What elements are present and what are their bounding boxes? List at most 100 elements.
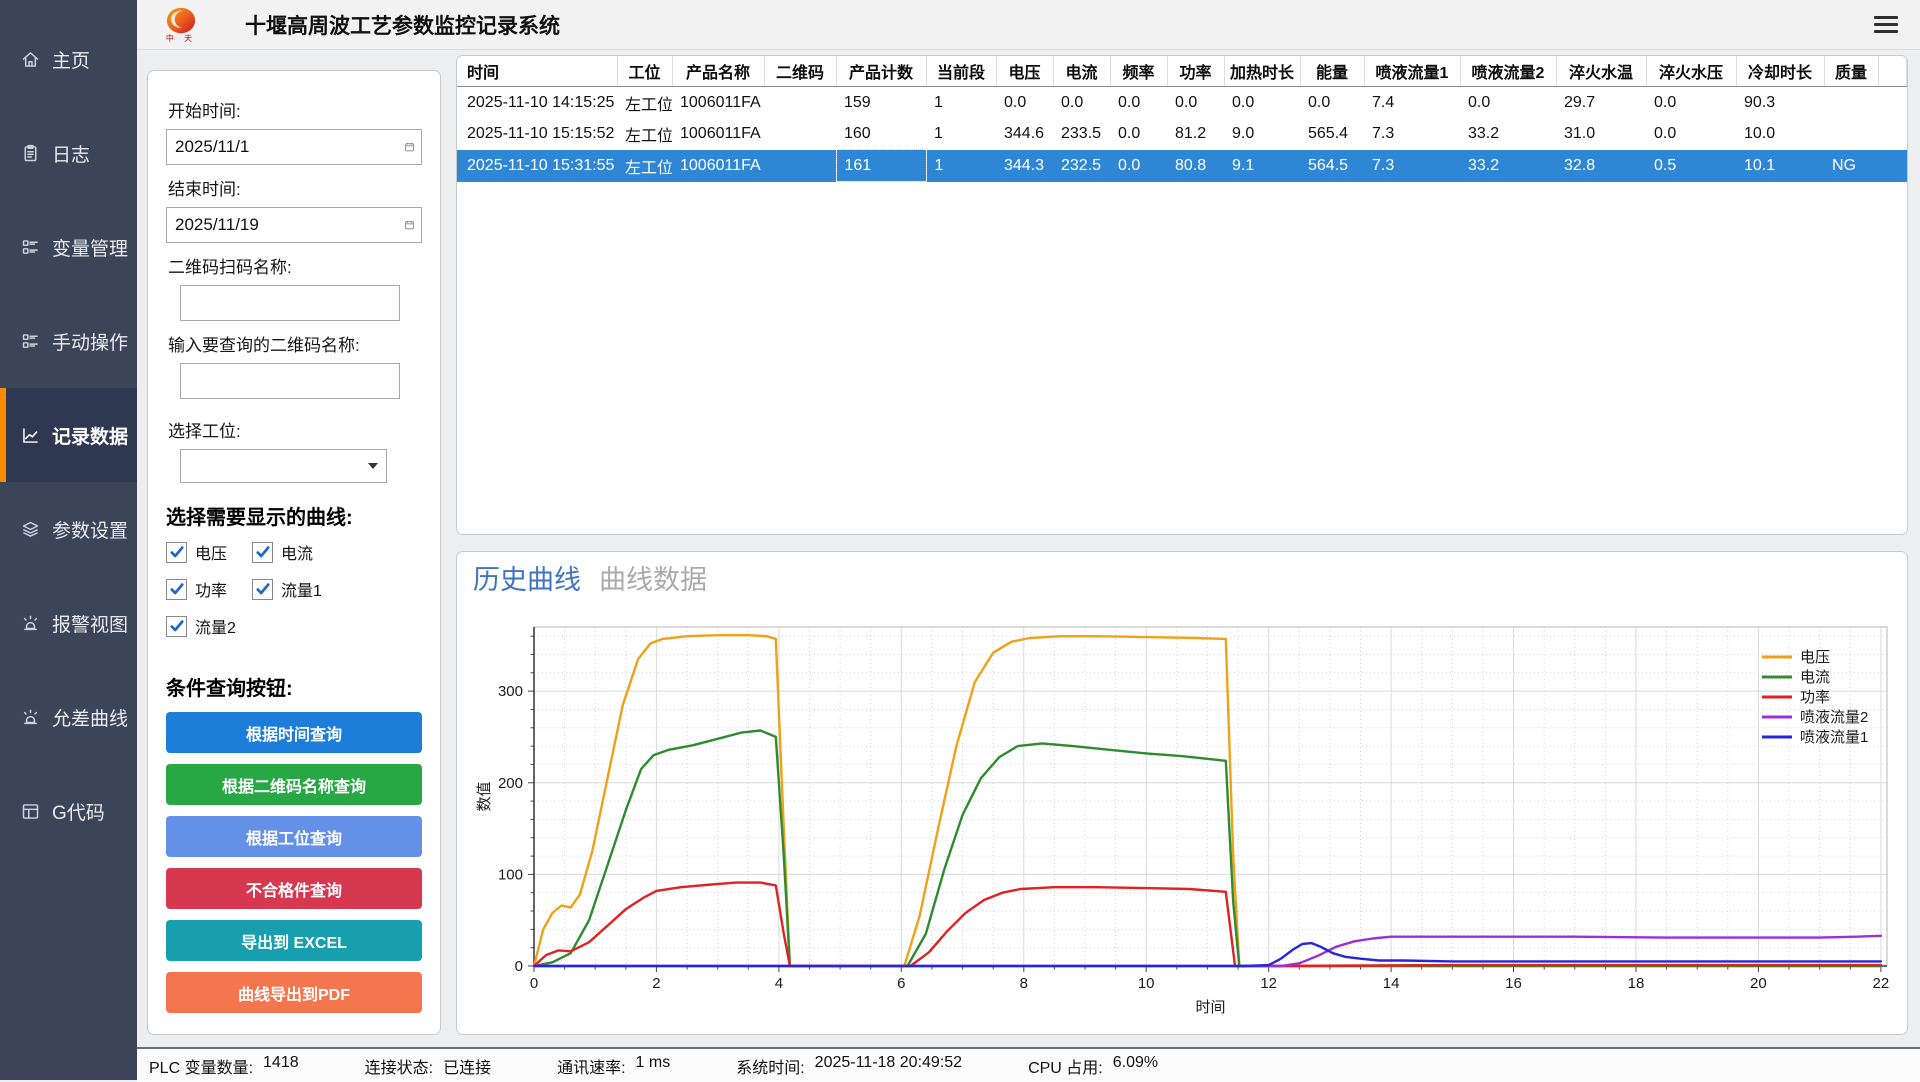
column-header[interactable]: 二维码 <box>764 56 836 87</box>
qr-scan-input[interactable] <box>180 285 400 321</box>
table-cell: 33.2 <box>1460 118 1556 150</box>
curve-checkbox-流量2[interactable]: 流量2 <box>166 614 252 638</box>
table-cell: 565.4 <box>1300 118 1364 150</box>
tab-history-curve[interactable]: 历史曲线 <box>473 558 581 597</box>
query-by-station-button[interactable]: 根据工位查询 <box>166 816 422 857</box>
column-header[interactable]: 质量 <box>1824 56 1878 87</box>
status-value: 1 ms <box>636 1054 671 1078</box>
checkbox-label: 功率 <box>195 577 227 601</box>
curve-checkbox-group: 电压 电流功率 流量1流量2 <box>166 540 422 638</box>
svg-text:22: 22 <box>1873 975 1890 992</box>
table-row[interactable]: 2025-11-10 15:15:52左工位1006011FA1601344.6… <box>457 118 1907 150</box>
qr-query-value[interactable] <box>181 371 418 391</box>
export-pdf-button[interactable]: 曲线导出到PDF <box>166 972 422 1013</box>
table-cell: 0.0 <box>1053 87 1110 119</box>
table-cell: 29.7 <box>1556 87 1646 119</box>
table-row[interactable]: 2025-11-10 14:15:25左工位1006011FA15910.00.… <box>457 87 1907 119</box>
svg-text:时间: 时间 <box>1195 999 1225 1016</box>
buttons-heading: 条件查询按钮: <box>166 672 422 701</box>
grid-icon <box>20 801 41 822</box>
column-header[interactable]: 冷却时长 <box>1736 56 1824 87</box>
station-label: 选择工位: <box>168 417 422 442</box>
column-header[interactable]: 时间 <box>457 56 617 87</box>
table-cell: 232.5 <box>1053 150 1110 182</box>
end-time-value[interactable] <box>167 215 404 235</box>
column-header[interactable]: 频率 <box>1110 56 1167 87</box>
sidebar-item-tolerance[interactable]: 允差曲线 <box>0 670 137 764</box>
column-header[interactable]: 能量 <box>1300 56 1364 87</box>
column-header[interactable]: 喷液流量2 <box>1460 56 1556 87</box>
table-cell: 7.4 <box>1364 87 1460 119</box>
table-cell: 344.3 <box>996 150 1053 182</box>
curve-checkbox-电流[interactable]: 电流 <box>252 540 338 564</box>
sidebar-item-gcode[interactable]: G代码 <box>0 764 137 858</box>
svg-text:喷液流量2: 喷液流量2 <box>1800 709 1868 726</box>
status-bar: PLC 变量数量:1418连接状态:已连接通讯速率:1 ms系统时间:2025-… <box>137 1047 1920 1082</box>
calendar-icon[interactable] <box>404 136 415 158</box>
svg-text:10: 10 <box>1138 975 1155 992</box>
svg-text:0: 0 <box>515 958 523 975</box>
record-chart-icon <box>20 425 41 446</box>
status-label: CPU 占用: <box>1028 1054 1103 1078</box>
column-header[interactable]: 当前段 <box>926 56 996 87</box>
column-header[interactable]: 喷液流量1 <box>1364 56 1460 87</box>
table-cell: 左工位 <box>617 118 672 150</box>
records-table-panel: 时间工位产品名称二维码产品计数当前段电压电流频率功率加热时长能量喷液流量1喷液流… <box>456 55 1908 535</box>
table-cell <box>1824 87 1878 119</box>
query-rejects-button[interactable]: 不合格件查询 <box>166 868 422 909</box>
column-header[interactable]: 淬火水温 <box>1556 56 1646 87</box>
checkbox-icon <box>252 579 273 600</box>
table-cell: 0.0 <box>1646 118 1736 150</box>
table-cell: 0.5 <box>1646 150 1736 182</box>
curve-checkbox-流量1[interactable]: 流量1 <box>252 577 338 601</box>
column-header[interactable]: 功率 <box>1167 56 1224 87</box>
sidebar: 主页日志变量管理手动操作记录数据参数设置报警视图允差曲线 G代码 <box>0 0 137 1080</box>
history-curve-chart: 02468101214161820220100200300时间数值电压电流功率喷… <box>457 552 1908 1035</box>
column-header[interactable]: 工位 <box>617 56 672 87</box>
sidebar-item-manual[interactable]: 手动操作 <box>0 294 137 388</box>
menu-icon[interactable] <box>1874 12 1898 38</box>
column-header[interactable]: 电压 <box>996 56 1053 87</box>
curve-checkbox-电压[interactable]: 电压 <box>166 540 252 564</box>
column-header[interactable]: 电流 <box>1053 56 1110 87</box>
table-row[interactable]: 2025-11-10 15:31:55左工位1006011FA1611344.3… <box>457 150 1907 182</box>
sidebar-item-alarms[interactable]: 报警视图 <box>0 576 137 670</box>
column-header[interactable]: 淬火水压 <box>1646 56 1736 87</box>
sidebar-item-label: G代码 <box>52 798 105 825</box>
sidebar-item-records[interactable]: 记录数据 <box>0 388 137 482</box>
sidebar-item-params[interactable]: 参数设置 <box>0 482 137 576</box>
export-excel-button[interactable]: 导出到 EXCEL <box>166 920 422 961</box>
sidebar-nav: 主页日志变量管理手动操作记录数据参数设置报警视图允差曲线 G代码 <box>0 0 137 858</box>
variable-list-icon <box>20 237 41 258</box>
log-icon <box>20 143 41 164</box>
column-header[interactable]: 产品计数 <box>836 56 926 87</box>
query-by-qrcode-button[interactable]: 根据二维码名称查询 <box>166 764 422 805</box>
table-cell: 233.5 <box>1053 118 1110 150</box>
table-cell: 0.0 <box>1167 87 1224 119</box>
column-header[interactable]: 产品名称 <box>672 56 764 87</box>
calendar-icon[interactable] <box>404 214 415 236</box>
table-cell: 159 <box>836 87 926 119</box>
table-cell: 564.5 <box>1300 150 1364 182</box>
end-time-input[interactable] <box>166 207 422 243</box>
start-time-value[interactable] <box>167 137 404 157</box>
checkbox-label: 电压 <box>195 540 227 564</box>
checkbox-label: 电流 <box>281 540 313 564</box>
query-by-time-button[interactable]: 根据时间查询 <box>166 712 422 753</box>
records-table: 时间工位产品名称二维码产品计数当前段电压电流频率功率加热时长能量喷液流量1喷液流… <box>457 56 1907 182</box>
sidebar-item-variables[interactable]: 变量管理 <box>0 200 137 294</box>
tab-curve-data[interactable]: 曲线数据 <box>599 558 707 597</box>
sidebar-item-logs[interactable]: 日志 <box>0 106 137 200</box>
column-header[interactable]: 加热时长 <box>1224 56 1300 87</box>
curve-checkbox-功率[interactable]: 功率 <box>166 577 252 601</box>
station-select[interactable] <box>180 449 387 483</box>
table-cell: 9.0 <box>1224 118 1300 150</box>
svg-text:300: 300 <box>498 683 523 700</box>
qr-scan-value[interactable] <box>181 293 418 313</box>
qr-query-input[interactable] <box>180 363 400 399</box>
status-item: 通讯速率:1 ms <box>557 1054 670 1078</box>
start-time-input[interactable] <box>166 129 422 165</box>
curves-heading: 选择需要显示的曲线: <box>166 501 422 530</box>
table-cell: 0.0 <box>1110 150 1167 182</box>
sidebar-item-home[interactable]: 主页 <box>0 12 137 106</box>
